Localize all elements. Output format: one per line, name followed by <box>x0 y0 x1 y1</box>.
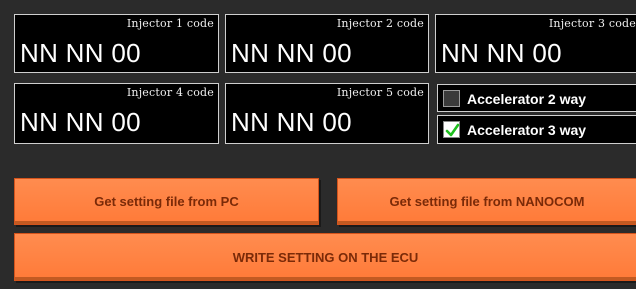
injector-1-label: Injector 1 code <box>126 17 214 30</box>
injector-1-field[interactable]: Injector 1 code NN NN 00 <box>14 14 219 73</box>
accelerator-3-way-checkbox[interactable]: Accelerator 3 way <box>437 115 636 144</box>
injector-4-value: NN NN 00 <box>20 107 141 137</box>
injector-2-field[interactable]: Injector 2 code NN NN 00 <box>225 14 429 73</box>
injector-4-field[interactable]: Injector 4 code NN NN 00 <box>14 83 219 144</box>
injector-1-value: NN NN 00 <box>20 38 141 68</box>
injector-3-label: Injector 3 code <box>548 17 636 30</box>
injector-2-value: NN NN 00 <box>231 38 352 68</box>
injector-4-label: Injector 4 code <box>126 86 214 99</box>
injector-5-label: Injector 5 code <box>336 86 424 99</box>
get-setting-from-nanocom-button[interactable]: Get setting file from NANOCOM <box>337 178 636 225</box>
injector-2-label: Injector 2 code <box>336 17 424 30</box>
accelerator-2-way-label: Accelerator 2 way <box>467 91 587 107</box>
accelerator-2-way-checkbox[interactable]: Accelerator 2 way <box>437 84 636 112</box>
injector-5-field[interactable]: Injector 5 code NN NN 00 <box>225 83 429 144</box>
injector-3-field[interactable]: Injector 3 code NN NN 00 <box>435 14 636 73</box>
checkbox-unchecked-icon[interactable] <box>443 90 460 107</box>
accelerator-3-way-label: Accelerator 3 way <box>467 122 587 138</box>
ecu-settings-panel: Injector 1 code NN NN 00 Injector 2 code… <box>0 0 636 289</box>
checkbox-checked-icon[interactable] <box>443 121 460 138</box>
write-setting-ecu-button[interactable]: WRITE SETTING ON THE ECU <box>14 233 636 281</box>
injector-3-value: NN NN 00 <box>441 38 562 68</box>
get-setting-from-pc-button[interactable]: Get setting file from PC <box>14 178 319 225</box>
injector-5-value: NN NN 00 <box>231 107 352 137</box>
